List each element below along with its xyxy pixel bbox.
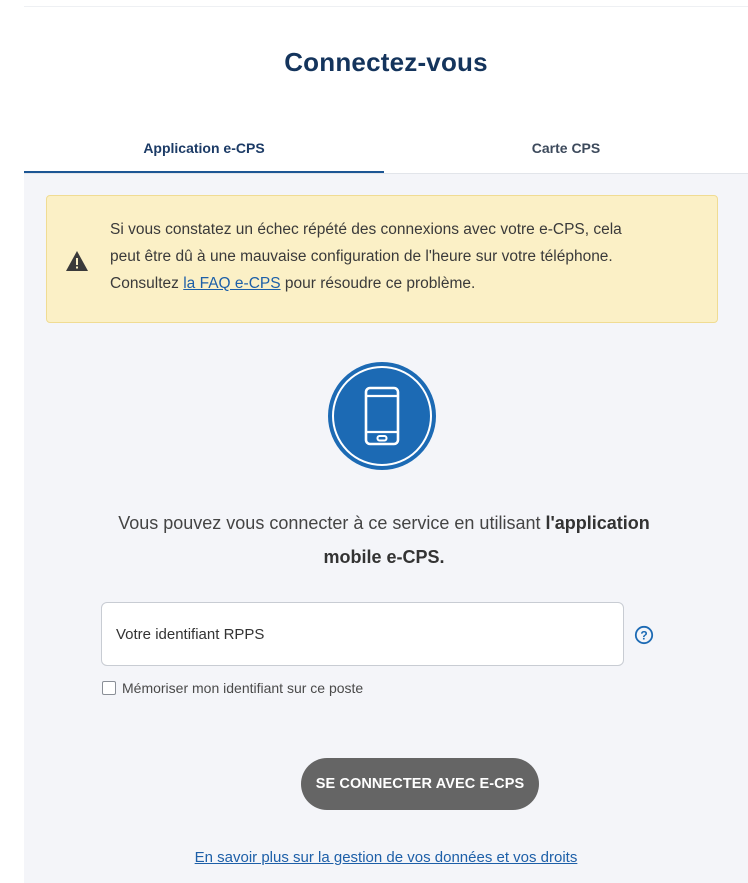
tab-bar: Application e-CPS Carte CPS bbox=[24, 131, 748, 174]
alert-line-3-prefix: Consultez bbox=[110, 275, 184, 292]
intro-prefix: Vous pouvez vous connecter à ce service … bbox=[118, 513, 546, 533]
rpps-id-field-box bbox=[101, 602, 624, 666]
intro-bold-1: l'application bbox=[545, 513, 650, 533]
svg-text:?: ? bbox=[640, 628, 647, 642]
faq-ecps-link[interactable]: la FAQ e-CPS bbox=[183, 275, 280, 292]
warning-alert: Si vous constatez un échec répété des co… bbox=[46, 195, 718, 323]
tab-carte-cps[interactable]: Carte CPS bbox=[384, 131, 748, 173]
tab-application-ecps[interactable]: Application e-CPS bbox=[24, 131, 384, 173]
remember-id-checkbox[interactable] bbox=[102, 681, 116, 695]
connect-ecps-button[interactable]: SE CONNECTER AVEC E-CPS bbox=[301, 758, 539, 810]
card-header: Connectez-vous Application e-CPS Carte C… bbox=[24, 6, 748, 174]
remember-id-label[interactable]: Mémoriser mon identifiant sur ce poste bbox=[122, 680, 363, 696]
intro-text: Vous pouvez vous connecter à ce service … bbox=[64, 506, 704, 574]
login-card: Connectez-vous Application e-CPS Carte C… bbox=[24, 6, 748, 883]
data-rights-link[interactable]: En savoir plus sur la gestion de vos don… bbox=[24, 849, 748, 866]
warning-triangle-icon bbox=[66, 251, 88, 271]
intro-bold-2: mobile e-CPS. bbox=[323, 547, 445, 567]
help-question-icon[interactable]: ? bbox=[634, 625, 654, 645]
alert-message: Si vous constatez un échec répété des co… bbox=[110, 216, 710, 297]
remember-id-row: Mémoriser mon identifiant sur ce poste bbox=[102, 679, 363, 697]
smartphone-icon bbox=[364, 386, 400, 446]
alert-line-1: Si vous constatez un échec répété des co… bbox=[110, 221, 622, 238]
mobile-phone-badge bbox=[328, 362, 436, 470]
page-title: Connectez-vous bbox=[284, 47, 488, 77]
alert-line-2: peut être dû à une mauvaise configuratio… bbox=[110, 248, 613, 265]
rpps-id-input[interactable] bbox=[116, 603, 606, 665]
alert-line-3-suffix: pour résoudre ce problème. bbox=[280, 275, 476, 292]
